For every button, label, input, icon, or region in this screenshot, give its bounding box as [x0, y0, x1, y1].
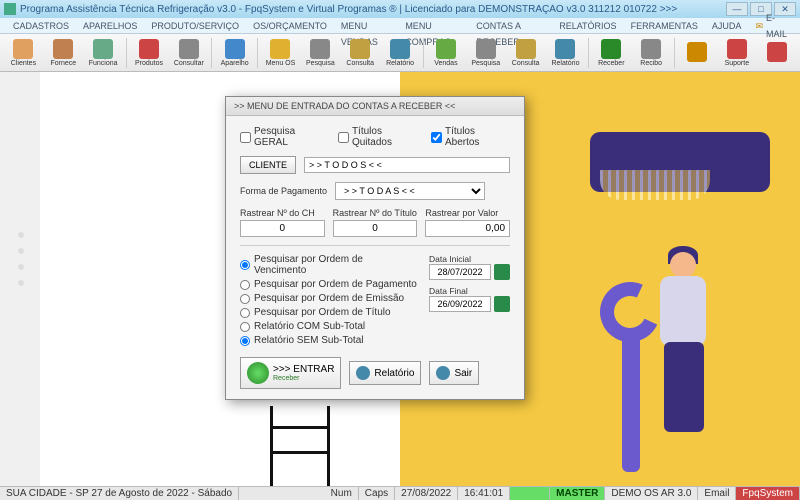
- main-area: >> MENU DE ENTRADA DO CONTAS A RECEBER <…: [0, 72, 800, 486]
- relatorio-button[interactable]: Relatório: [349, 361, 421, 385]
- toolbar-icon: [225, 39, 245, 59]
- toolbar-fornece[interactable]: Fornece: [44, 35, 83, 71]
- toolbar-funciona[interactable]: Funciona: [84, 35, 123, 71]
- menu-vendas[interactable]: MENU VENDAS: [334, 18, 398, 33]
- menu-os[interactable]: OS/ORÇAMENTO: [246, 18, 334, 33]
- rad-emissao[interactable]: Pesquisar por Ordem de Emissão: [240, 293, 417, 304]
- toolbar-consulta[interactable]: Consulta: [506, 35, 545, 71]
- status-bar: SUA CIDADE - SP 27 de Agosto de 2022 - S…: [0, 486, 800, 500]
- dialog-title: >> MENU DE ENTRADA DO CONTAS A RECEBER <…: [226, 97, 524, 116]
- titlebar: Programa Assistência Técnica Refrigeraçã…: [0, 0, 800, 18]
- rad-sem-subtotal[interactable]: Relatório SEM Sub-Total: [240, 335, 417, 346]
- illustration: [510, 132, 770, 432]
- app-icon: [4, 3, 16, 15]
- status-caps: Caps: [359, 487, 395, 500]
- receber-dialog: >> MENU DE ENTRADA DO CONTAS A RECEBER <…: [225, 96, 525, 400]
- toolbar-icon: [13, 39, 33, 59]
- toolbar-relatório[interactable]: Relatório: [546, 35, 585, 71]
- calendar-icon[interactable]: [494, 264, 510, 280]
- status-time: 16:41:01: [458, 487, 510, 500]
- toolbar-icon: [727, 39, 747, 59]
- money-icon: [247, 362, 269, 384]
- calendar-icon[interactable]: [494, 296, 510, 312]
- chk-pesquisa-geral[interactable]: Pesquisa GERAL: [240, 126, 330, 148]
- toolbar-icon: [436, 39, 456, 59]
- rastrear-titulo-input[interactable]: [333, 220, 418, 237]
- menu-relatorios[interactable]: RELATÓRIOS: [552, 18, 623, 33]
- toolbar-icon: [179, 39, 199, 59]
- toolbar-icon: [390, 39, 410, 59]
- menu-compras[interactable]: MENU COMPRAS: [398, 18, 469, 33]
- status-master: MASTER: [550, 487, 605, 500]
- sair-button[interactable]: Sair: [429, 361, 479, 385]
- cliente-button[interactable]: CLIENTE: [240, 156, 296, 174]
- status-num: Num: [325, 487, 359, 500]
- forma-select[interactable]: > > T O D A S < <: [335, 182, 485, 200]
- menu-aparelhos[interactable]: APARELHOS: [76, 18, 144, 33]
- toolbar-btn18[interactable]: [757, 35, 796, 71]
- toolbar-icon: [139, 39, 159, 59]
- status-fpq[interactable]: FpqSystem: [736, 487, 800, 500]
- rad-titulo[interactable]: Pesquisar por Ordem de Título: [240, 307, 417, 318]
- toolbar-icon: [270, 39, 290, 59]
- entrar-button[interactable]: >>> ENTRARReceber: [240, 357, 341, 389]
- chk-titulos-quitados[interactable]: Títulos Quitados: [338, 126, 423, 148]
- toolbar-consultar[interactable]: Consultar: [169, 35, 208, 71]
- status-demo: DEMO OS AR 3.0: [605, 487, 698, 500]
- toolbar-icon: [767, 42, 787, 62]
- report-icon: [356, 366, 370, 380]
- toolbar-receber[interactable]: Receber: [592, 35, 631, 71]
- menu-receber[interactable]: CONTAS A RECEBER: [469, 18, 552, 33]
- ladder-graphic: [270, 406, 330, 486]
- toolbar-btn16[interactable]: [678, 35, 717, 71]
- toolbar-icon: [687, 42, 707, 62]
- chk-titulos-abertos[interactable]: Títulos Abertos: [431, 126, 510, 148]
- toolbar-produtos[interactable]: Produtos: [130, 35, 169, 71]
- toolbar-vendas[interactable]: Vendas: [426, 35, 465, 71]
- menu-ferramentas[interactable]: FERRAMENTAS: [624, 18, 705, 33]
- nav-dots: [18, 232, 24, 286]
- menu-produto[interactable]: PRODUTO/SERVIÇO: [144, 18, 246, 33]
- menu-ajuda[interactable]: AJUDA: [705, 18, 749, 33]
- rastrear-valor-input[interactable]: [425, 220, 510, 237]
- toolbar-icon: [516, 39, 536, 59]
- toolbar-recibo[interactable]: Recibo: [632, 35, 671, 71]
- menu-cadastros[interactable]: CADASTROS: [6, 18, 76, 33]
- menu-email[interactable]: E-MAIL: [748, 18, 794, 33]
- status-date: 27/08/2022: [395, 487, 458, 500]
- toolbar-pesquisa[interactable]: Pesquisa: [466, 35, 505, 71]
- window-title: Programa Assistência Técnica Refrigeraçã…: [20, 4, 726, 15]
- toolbar-pesquisa[interactable]: Pesquisa: [301, 35, 340, 71]
- toolbar-icon: [555, 39, 575, 59]
- rad-vencimento[interactable]: Pesquisar por Ordem de Vencimento: [240, 254, 417, 276]
- toolbar-icon: [310, 39, 330, 59]
- rastrear-ch-input[interactable]: [240, 220, 325, 237]
- toolbar-icon: [476, 39, 496, 59]
- toolbar-icon: [93, 39, 113, 59]
- status-progress: [510, 487, 550, 500]
- toolbar-icon: [350, 39, 370, 59]
- status-location: SUA CIDADE - SP 27 de Agosto de 2022 - S…: [0, 487, 239, 500]
- toolbar-icon: [601, 39, 621, 59]
- data-inicial-input[interactable]: [429, 264, 491, 280]
- toolbar: ClientesForneceFuncionaProdutosConsultar…: [0, 34, 800, 72]
- forma-label: Forma de Pagamento: [240, 186, 327, 196]
- toolbar-consulta[interactable]: Consulta: [341, 35, 380, 71]
- minimize-button[interactable]: —: [726, 2, 748, 16]
- rad-pagamento[interactable]: Pesquisar por Ordem de Pagamento: [240, 279, 417, 290]
- exit-icon: [436, 366, 450, 380]
- toolbar-menu os[interactable]: Menu OS: [261, 35, 300, 71]
- rad-com-subtotal[interactable]: Relatório COM Sub-Total: [240, 321, 417, 332]
- toolbar-icon: [641, 39, 661, 59]
- menu-bar: CADASTROS APARELHOS PRODUTO/SERVIÇO OS/O…: [0, 18, 800, 34]
- status-email[interactable]: Email: [698, 487, 736, 500]
- toolbar-aparelho[interactable]: Aparelho: [215, 35, 254, 71]
- data-final-input[interactable]: [429, 296, 491, 312]
- toolbar-clientes[interactable]: Clientes: [4, 35, 43, 71]
- toolbar-icon: [53, 39, 73, 59]
- toolbar-suporte[interactable]: Suporte: [717, 35, 756, 71]
- cliente-field[interactable]: [304, 157, 510, 173]
- toolbar-relatório[interactable]: Relatório: [381, 35, 420, 71]
